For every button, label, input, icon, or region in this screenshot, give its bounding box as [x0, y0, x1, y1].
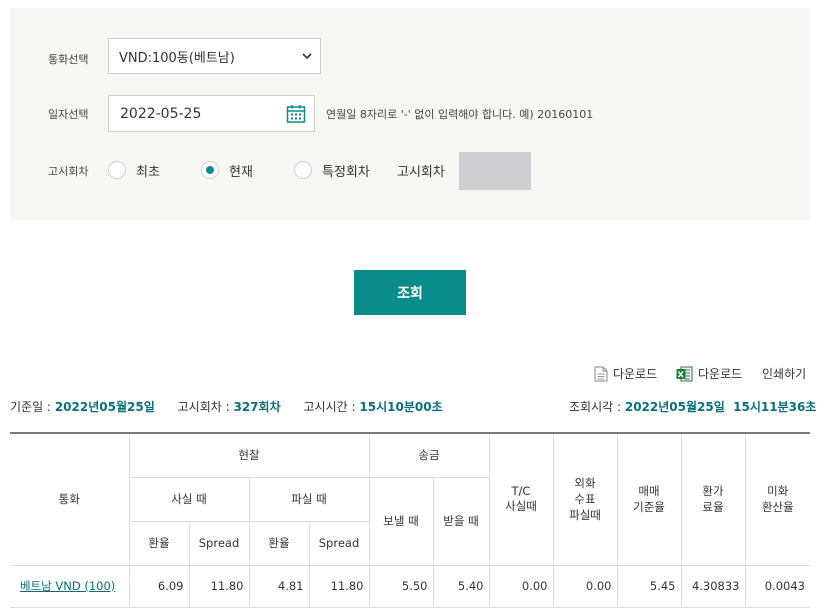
base-date-label: 기준일 : — [10, 400, 51, 414]
usd-rate-cell: 0.0043 — [744, 565, 810, 608]
receive-cell: 5.40 — [432, 565, 489, 608]
query-button[interactable]: 조회 — [354, 270, 466, 315]
currency-label: 통화선택 — [48, 53, 89, 66]
round-label: 고시회차 — [48, 165, 89, 178]
excel-icon — [676, 366, 693, 381]
query-time-label: 조회시각 : — [569, 400, 622, 414]
header-conv-rate: 환가 료율 — [680, 432, 745, 566]
chevron-down-icon — [302, 53, 312, 60]
send-cell: 5.50 — [368, 565, 433, 608]
cash-buy-rate-cell: 6.09 — [128, 565, 189, 608]
round-info-label: 고시회차 : — [177, 400, 230, 414]
cash-sell-rate-cell: 4.81 — [248, 565, 309, 608]
round-number-label: 고시회차 — [397, 165, 445, 180]
currency-link[interactable]: 베트남 VND (100) — [20, 579, 115, 593]
header-cash-sell: 파실 때 — [248, 477, 369, 522]
base-rate-cell: 5.45 — [616, 565, 681, 608]
round-info-value: 327회차 — [233, 400, 281, 414]
table-row: 베트남 VND (100) 6.09 11.80 4.81 11.80 5.50… — [10, 565, 810, 608]
radio-first[interactable] — [108, 161, 126, 179]
cash-sell-spread-cell: 11.80 — [308, 565, 369, 608]
currency-select-value: VND:100동(베트남) — [119, 50, 235, 66]
header-base-rate: 매매 기준율 — [616, 432, 681, 566]
cash-buy-spread-cell: 11.80 — [188, 565, 249, 608]
header-usd-rate: 미화 환산율 — [744, 432, 810, 566]
currency-select[interactable]: VND:100동(베트남) — [108, 38, 321, 74]
date-label: 일자선택 — [48, 108, 89, 121]
header-remit: 송금 — [368, 432, 489, 478]
header-currency: 통화 — [10, 432, 129, 566]
conv-rate-cell: 4.30833 — [680, 565, 745, 608]
radio-current-label: 현재 — [229, 165, 253, 180]
download-excel-link[interactable]: 다운로드 — [676, 365, 742, 382]
print-link[interactable]: 인쇄하기 — [762, 365, 806, 382]
header-buy-spread: Spread — [188, 521, 249, 566]
time-info-label: 고시시간 : — [303, 400, 356, 414]
query-time-info: 조회시각 : 2022년05월25일 15시11분36초 — [569, 398, 816, 415]
header-cash-buy: 사실 때 — [128, 477, 249, 522]
header-sell-spread: Spread — [308, 521, 369, 566]
query-time-value: 2022년05월25일 15시11분36초 — [624, 400, 817, 414]
tc-cell: 0.00 — [488, 565, 553, 608]
date-input-value: 2022-05-25 — [120, 105, 202, 122]
header-receive: 받을 때 — [432, 477, 489, 566]
date-input[interactable]: 2022-05-25 — [108, 95, 315, 132]
document-icon — [594, 366, 608, 381]
radio-first-label: 최초 — [136, 165, 160, 180]
header-sell-rate: 환율 — [248, 521, 309, 566]
radio-specific[interactable] — [294, 161, 312, 179]
header-send: 보낼 때 — [368, 477, 433, 566]
base-info: 기준일 : 2022년05월25일 고시회차 : 327회차 고시시간 : 15… — [10, 398, 443, 415]
download-excel-label: 다운로드 — [698, 367, 743, 381]
download-pdf-link[interactable]: 다운로드 — [594, 365, 657, 382]
date-hint: 연월일 8자리로 '-' 없이 입력해야 합니다. 예) 20160101 — [326, 108, 594, 121]
round-number-input[interactable] — [459, 152, 531, 190]
download-pdf-label: 다운로드 — [613, 367, 658, 381]
header-fx-check: 외화 수표 파실때 — [552, 432, 617, 566]
print-label: 인쇄하기 — [762, 367, 807, 381]
header-cash: 현찰 — [128, 432, 369, 478]
calendar-icon[interactable] — [286, 104, 306, 124]
search-panel: 통화선택 VND:100동(베트남) 일자선택 2022-05-25 연월일 8… — [10, 8, 810, 220]
header-buy-rate: 환율 — [128, 521, 189, 566]
fx-check-cell: 0.00 — [552, 565, 617, 608]
exchange-rate-table: 통화 현찰 송금 T/C 사실때 외화 수표 파실때 매매 기준율 환가 료율 … — [10, 432, 810, 608]
header-tc: T/C 사실때 — [488, 432, 553, 566]
radio-specific-label: 특정회차 — [322, 165, 370, 180]
time-info-value: 15시10분00초 — [359, 400, 443, 414]
base-date-value: 2022년05월25일 — [54, 400, 155, 414]
radio-current[interactable] — [201, 161, 219, 179]
